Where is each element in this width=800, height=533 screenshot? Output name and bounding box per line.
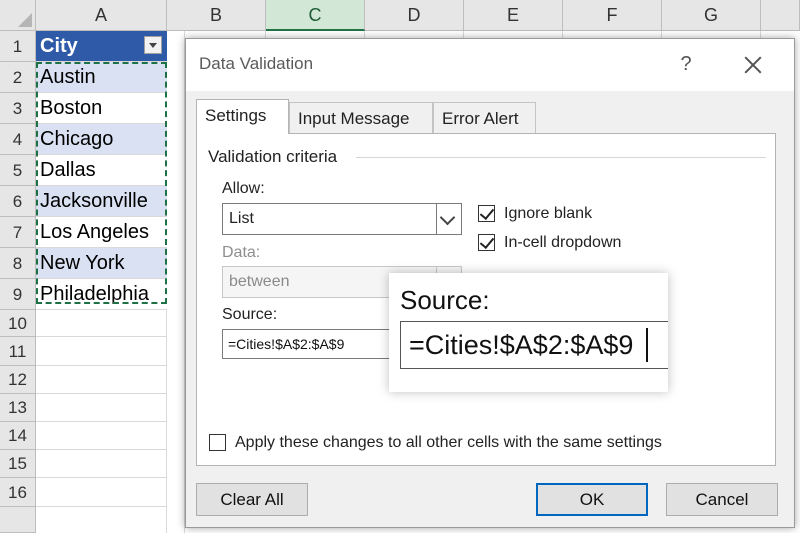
row-header[interactable]: 14 [0,422,36,450]
dialog-titlebar[interactable]: Data Validation ? [186,39,794,91]
source-label: Source: [222,306,278,323]
table-cell[interactable]: Boston [36,93,167,124]
tab-settings[interactable]: Settings [196,99,289,134]
column-header-a[interactable]: A [36,0,167,31]
row-header[interactable]: 12 [0,366,36,394]
callout-source-box: =Cities!$A$2:$A$9 [400,321,668,369]
allow-label: Allow: [222,180,265,197]
grid-cell[interactable] [36,310,167,337]
select-all-corner[interactable] [0,0,36,31]
validation-criteria-label: Validation criteria [208,147,338,166]
row-header[interactable]: 10 [0,310,36,337]
row-header[interactable]: 11 [0,337,36,366]
data-label: Data: [222,244,261,261]
ok-button[interactable]: OK [536,483,648,516]
callout-source-label: Source: [400,285,490,315]
dialog-title: Data Validation [199,54,314,73]
grid-cell [563,31,662,38]
grid-cell[interactable] [36,507,167,533]
row-header[interactable]: 3 [0,93,36,124]
table-cell[interactable]: Philadelphia [36,279,167,310]
row-header[interactable]: 6 [0,186,36,217]
grid-cell [662,31,761,38]
source-input-value: =Cities!$A$2:$A$9 [228,336,345,352]
row-header[interactable]: 9 [0,279,36,310]
row-header[interactable]: 15 [0,450,36,478]
table-cell[interactable]: Chicago [36,124,167,155]
grid-cell[interactable] [36,422,167,450]
table-cell[interactable]: New York [36,248,167,279]
source-input[interactable]: =Cities!$A$2:$A$9 [222,329,392,359]
grid-cell [185,31,266,38]
table-cell[interactable]: Dallas [36,155,167,186]
column-header-h[interactable] [761,0,800,31]
tab-input-message[interactable]: Input Message [289,102,433,134]
column-header-d[interactable]: D [365,0,464,31]
grid-column-b [167,31,185,533]
column-header-e[interactable]: E [464,0,563,31]
column-header-f[interactable]: F [563,0,662,31]
tab-error-alert[interactable]: Error Alert [433,102,536,134]
column-header-g[interactable]: G [662,0,761,31]
row-header[interactable]: 8 [0,248,36,279]
row-header[interactable]: 13 [0,394,36,422]
row-header[interactable]: 4 [0,124,36,155]
ignore-blank-label[interactable]: Ignore blank [504,205,592,223]
source-zoom-callout: Source: =Cities!$A$2:$A$9 [389,273,668,392]
callout-source-value: =Cities!$A$2:$A$9 [409,330,634,360]
grid-cell[interactable] [36,450,167,478]
table-cell[interactable]: Austin [36,62,167,93]
text-cursor [646,328,648,362]
row-header[interactable]: 7 [0,217,36,248]
row-header[interactable] [0,507,36,533]
apply-all-label[interactable]: Apply these changes to all other cells w… [235,434,662,452]
apply-all-checkbox[interactable] [209,434,226,451]
column-header-c[interactable]: C [266,0,365,31]
grid-cell [365,31,464,38]
group-divider [356,157,766,158]
in-cell-dropdown-label[interactable]: In-cell dropdown [504,234,621,252]
row-header[interactable]: 16 [0,478,36,507]
clear-all-button[interactable]: Clear All [196,483,308,516]
cancel-button[interactable]: Cancel [666,483,778,516]
table-header-label: City [40,35,78,57]
row-header[interactable]: 5 [0,155,36,186]
table-cell[interactable]: Los Angeles [36,217,167,248]
allow-select-value: List [229,210,254,227]
chevron-down-icon[interactable] [436,204,461,234]
ignore-blank-checkbox[interactable] [478,204,495,222]
grid-cell[interactable] [36,366,167,394]
row-header[interactable]: 2 [0,62,36,93]
grid-cell [464,31,563,38]
check-icon [479,204,495,221]
check-icon [479,233,495,250]
row-header[interactable]: 1 [0,31,36,62]
table-header-cell[interactable]: City [36,31,167,62]
grid-cell[interactable] [36,337,167,366]
grid-cell[interactable] [36,478,167,507]
table-cell[interactable]: Jacksonville [36,186,167,217]
in-cell-dropdown-checkbox[interactable] [478,233,495,251]
grid-cell[interactable] [36,394,167,422]
filter-dropdown-button[interactable] [144,36,162,54]
column-header-b[interactable]: B [167,0,266,31]
allow-select[interactable]: List [222,203,462,235]
help-icon[interactable]: ? [672,50,700,78]
close-icon[interactable] [738,50,768,80]
grid-cell [266,31,365,38]
data-select-value: between [229,273,290,290]
